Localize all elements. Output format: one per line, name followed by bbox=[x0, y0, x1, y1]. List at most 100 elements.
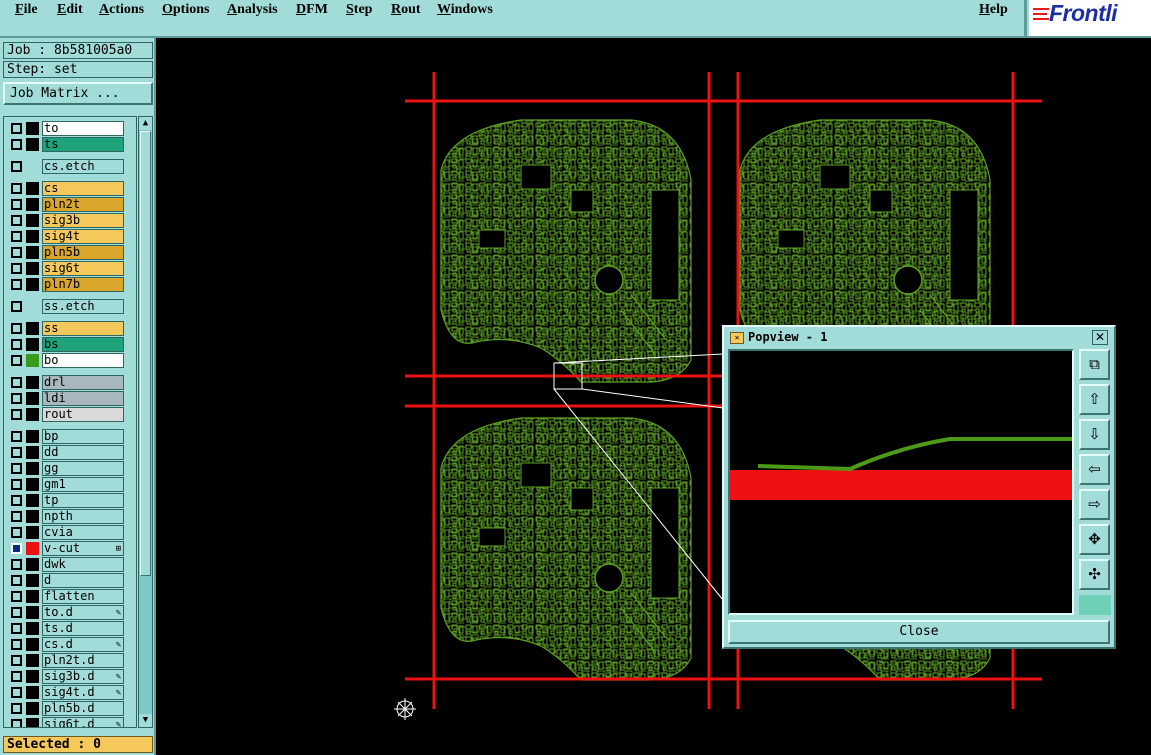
layer-color-swatch[interactable] bbox=[26, 338, 39, 351]
layer-row-dd[interactable]: dd bbox=[4, 445, 136, 460]
menu-analysis[interactable]: Analysis bbox=[227, 2, 278, 18]
layer-name[interactable]: cs.d ✎ bbox=[42, 637, 124, 652]
layer-checkbox[interactable] bbox=[11, 623, 22, 634]
layer-row-dwk[interactable]: dwk bbox=[4, 557, 136, 572]
menu-step[interactable]: Step bbox=[346, 2, 372, 18]
layer-row-cvia[interactable]: cvia bbox=[4, 525, 136, 540]
layer-checkbox[interactable] bbox=[11, 377, 22, 388]
layer-row-ts-d[interactable]: ts.d bbox=[4, 621, 136, 636]
layer-checkbox[interactable] bbox=[11, 279, 22, 290]
pan-up-icon[interactable]: ⇧ bbox=[1079, 384, 1110, 415]
layer-row-bo[interactable]: bo bbox=[4, 353, 136, 368]
layer-name[interactable]: dd bbox=[42, 445, 124, 460]
layer-name[interactable]: sig4t bbox=[42, 229, 124, 244]
layer-row-tp[interactable]: tp bbox=[4, 493, 136, 508]
layer-row-pln2t[interactable]: pln2t bbox=[4, 197, 136, 212]
layer-checkbox[interactable] bbox=[11, 161, 22, 172]
layer-row-npth[interactable]: npth bbox=[4, 509, 136, 524]
layer-name[interactable]: sig4t.d ✎ bbox=[42, 685, 124, 700]
layer-row-pln5b[interactable]: pln5b bbox=[4, 245, 136, 260]
layer-name[interactable]: pln5b bbox=[42, 245, 124, 260]
layer-checkbox[interactable] bbox=[11, 703, 22, 714]
layer-row-cs[interactable]: cs bbox=[4, 181, 136, 196]
layer-checkbox[interactable] bbox=[11, 215, 22, 226]
layer-color-swatch[interactable] bbox=[26, 354, 39, 367]
layer-row-bp[interactable]: bp bbox=[4, 429, 136, 444]
layer-name[interactable]: cvia bbox=[42, 525, 124, 540]
close-icon[interactable]: ✕ bbox=[1092, 330, 1108, 345]
layer-checkbox[interactable] bbox=[11, 687, 22, 698]
layer-name[interactable]: cs bbox=[42, 181, 124, 196]
layer-color-swatch[interactable] bbox=[26, 622, 39, 635]
layer-checkbox[interactable] bbox=[11, 639, 22, 650]
layer-color-swatch[interactable] bbox=[26, 590, 39, 603]
layer-checkbox[interactable] bbox=[11, 559, 22, 570]
layer-name[interactable]: v-cut ⊞ bbox=[42, 541, 124, 556]
layer-checkbox[interactable] bbox=[11, 263, 22, 274]
popview-titlebar[interactable]: ✕ Popview - 1 ✕ bbox=[726, 329, 1112, 347]
layer-name[interactable]: pln7b bbox=[42, 277, 124, 292]
menu-options[interactable]: Options bbox=[162, 2, 209, 18]
layer-color-swatch[interactable] bbox=[26, 526, 39, 539]
layer-color-swatch[interactable] bbox=[26, 214, 39, 227]
layer-row-d[interactable]: d bbox=[4, 573, 136, 588]
layer-color-swatch[interactable] bbox=[26, 686, 39, 699]
layer-color-swatch[interactable] bbox=[26, 638, 39, 651]
menu-help[interactable]: Help bbox=[979, 2, 1008, 18]
layer-row-sig6t-d[interactable]: sig6t.d ✎ bbox=[4, 717, 136, 727]
layer-color-swatch[interactable] bbox=[26, 408, 39, 421]
layer-name[interactable]: gg bbox=[42, 461, 124, 476]
menu-rout[interactable]: Rout bbox=[391, 2, 421, 18]
pan-down-icon[interactable]: ⇩ bbox=[1079, 419, 1110, 450]
layer-color-swatch[interactable] bbox=[26, 462, 39, 475]
layer-checkbox[interactable] bbox=[11, 323, 22, 334]
layer-row-pln7b[interactable]: pln7b bbox=[4, 277, 136, 292]
layer-checkbox[interactable] bbox=[11, 495, 22, 506]
layer-checkbox[interactable] bbox=[11, 199, 22, 210]
layer-color-swatch[interactable] bbox=[26, 574, 39, 587]
layer-name[interactable]: cs.etch bbox=[42, 159, 124, 174]
layer-name[interactable]: pln2t bbox=[42, 197, 124, 212]
layer-row-sig6t[interactable]: sig6t bbox=[4, 261, 136, 276]
layer-checkbox[interactable] bbox=[11, 339, 22, 350]
layer-checkbox[interactable] bbox=[11, 463, 22, 474]
layer-name[interactable]: to.d ✎ bbox=[42, 605, 124, 620]
layer-row-sig4t[interactable]: sig4t bbox=[4, 229, 136, 244]
menu-dfm[interactable]: DFM bbox=[296, 2, 328, 18]
layer-name[interactable]: bp bbox=[42, 429, 124, 444]
layer-color-swatch[interactable] bbox=[26, 122, 39, 135]
layer-color-swatch[interactable] bbox=[26, 376, 39, 389]
layer-name[interactable]: tp bbox=[42, 493, 124, 508]
layer-checkbox[interactable] bbox=[11, 231, 22, 242]
layer-row-v-cut[interactable]: v-cut ⊞ bbox=[4, 541, 136, 556]
layer-name[interactable]: d bbox=[42, 573, 124, 588]
layer-color-swatch[interactable] bbox=[26, 198, 39, 211]
layer-row-ts[interactable]: ts bbox=[4, 137, 136, 152]
layer-name[interactable]: pln2t.d bbox=[42, 653, 124, 668]
layer-color-swatch[interactable] bbox=[26, 670, 39, 683]
layer-checkbox[interactable] bbox=[11, 355, 22, 366]
layer-color-swatch[interactable] bbox=[26, 322, 39, 335]
layer-row-sig3b[interactable]: sig3b bbox=[4, 213, 136, 228]
layer-row-gg[interactable]: gg bbox=[4, 461, 136, 476]
layer-checkbox[interactable] bbox=[11, 655, 22, 666]
layer-name[interactable]: drl bbox=[42, 375, 124, 390]
layer-color-swatch[interactable] bbox=[26, 558, 39, 571]
layer-checkbox[interactable] bbox=[11, 479, 22, 490]
zoom-fit-icon[interactable]: ⧉ bbox=[1079, 349, 1110, 380]
layer-checkbox[interactable] bbox=[11, 431, 22, 442]
layer-name[interactable]: npth bbox=[42, 509, 124, 524]
layer-name[interactable]: to bbox=[42, 121, 124, 136]
layer-name[interactable]: sig3b bbox=[42, 213, 124, 228]
layer-checkbox[interactable] bbox=[11, 607, 22, 618]
layer-row-flatten[interactable]: flatten bbox=[4, 589, 136, 604]
layer-color-swatch[interactable] bbox=[26, 494, 39, 507]
layer-name[interactable]: ss.etch bbox=[42, 299, 124, 314]
layer-row-drl[interactable]: drl bbox=[4, 375, 136, 390]
layer-color-swatch[interactable] bbox=[26, 392, 39, 405]
layer-row-cs-d[interactable]: cs.d ✎ bbox=[4, 637, 136, 652]
layer-color-swatch[interactable] bbox=[26, 446, 39, 459]
scroll-up-icon[interactable]: ▲ bbox=[139, 117, 152, 130]
layer-checkbox[interactable] bbox=[11, 247, 22, 258]
layer-row-sig4t-d[interactable]: sig4t.d ✎ bbox=[4, 685, 136, 700]
